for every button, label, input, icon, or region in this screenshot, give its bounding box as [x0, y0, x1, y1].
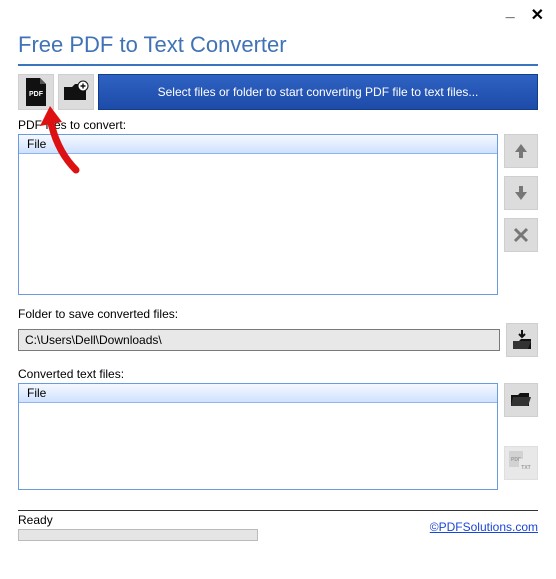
- progress-bar: [18, 529, 258, 541]
- pdf-txt-button[interactable]: PDF TXT: [504, 446, 538, 480]
- pdf-files-list-header: File: [19, 135, 497, 154]
- svg-text:TXT: TXT: [521, 465, 530, 471]
- svg-text:PDF: PDF: [29, 91, 44, 98]
- browse-output-folder-button[interactable]: [506, 323, 538, 357]
- folder-plus-icon: [63, 80, 89, 104]
- pdf-file-icon: PDF: [24, 78, 48, 106]
- folder-open-icon: [510, 390, 532, 410]
- converted-files-list[interactable]: File: [18, 383, 498, 490]
- folder-to-save-label: Folder to save converted files:: [18, 307, 538, 321]
- minimize-button[interactable]: _: [506, 4, 515, 20]
- converted-files-label: Converted text files:: [18, 367, 538, 381]
- status-label: Ready: [18, 513, 258, 527]
- pdf-files-list[interactable]: File: [18, 134, 498, 295]
- vendor-link[interactable]: ©PDFSolutions.com: [430, 520, 538, 534]
- remove-button[interactable]: [504, 218, 538, 252]
- files-to-convert-label: PDF files to convert:: [18, 118, 538, 132]
- move-down-button[interactable]: [504, 176, 538, 210]
- pdf-files-list-body: [19, 154, 497, 294]
- move-up-button[interactable]: [504, 134, 538, 168]
- open-folder-button[interactable]: [504, 383, 538, 417]
- converted-files-list-header: File: [19, 384, 497, 403]
- footer-divider: [18, 510, 538, 511]
- close-icon: [513, 227, 529, 243]
- close-button[interactable]: ✕: [531, 8, 544, 24]
- folder-download-icon: [511, 329, 533, 351]
- pdf-txt-icon: PDF TXT: [508, 450, 534, 476]
- arrow-down-icon: [512, 184, 530, 202]
- arrow-up-icon: [512, 142, 530, 160]
- add-pdf-file-button[interactable]: PDF: [18, 74, 54, 110]
- output-folder-input[interactable]: [18, 329, 500, 351]
- add-folder-button[interactable]: [58, 74, 94, 110]
- select-files-banner-text: Select files or folder to start converti…: [158, 85, 479, 99]
- toolbar: PDF Select files or folder to start conv…: [18, 74, 538, 110]
- converted-files-list-body: [19, 403, 497, 489]
- title-divider: [18, 64, 538, 66]
- app-title: Free PDF to Text Converter: [18, 32, 538, 58]
- select-files-banner[interactable]: Select files or folder to start converti…: [98, 74, 538, 110]
